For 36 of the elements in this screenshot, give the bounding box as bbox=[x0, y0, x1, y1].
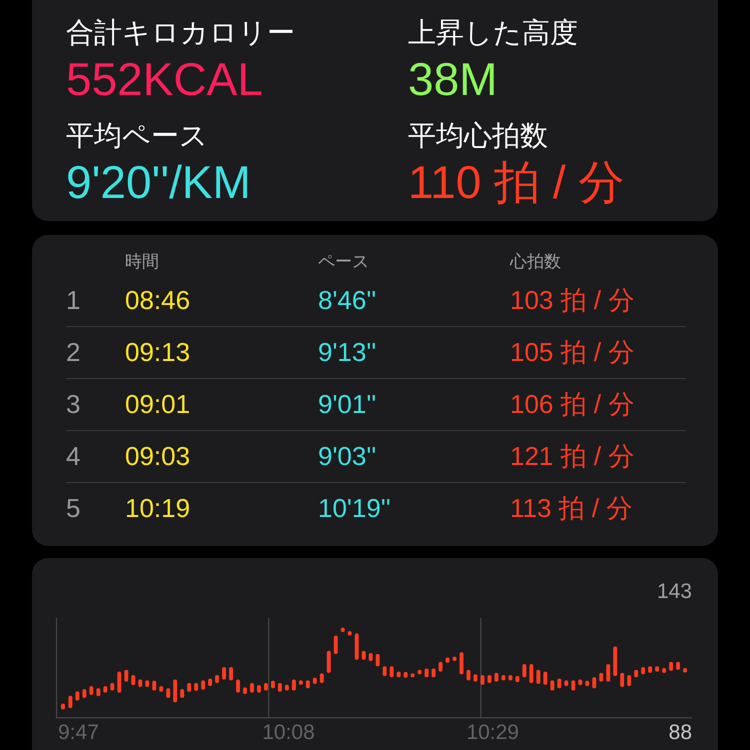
stat-value: 552KCAL bbox=[66, 52, 264, 107]
column-header: ペース bbox=[318, 250, 370, 272]
split-pace: 8'46'' bbox=[318, 285, 378, 316]
split-heart-rate: 113 拍 / 分 bbox=[510, 492, 634, 525]
split-number: 3 bbox=[66, 389, 82, 420]
column-header: 時間 bbox=[125, 250, 160, 272]
stat-label: 合計キロカロリー bbox=[66, 16, 296, 50]
time-axis-label: 10:08 bbox=[261, 721, 316, 745]
split-time: 08:46 bbox=[125, 285, 192, 316]
split-number: 1 bbox=[66, 285, 82, 316]
stat-label: 平均ペース bbox=[66, 118, 209, 152]
split-heart-rate: 106 拍 / 分 bbox=[510, 388, 636, 421]
time-axis-label: 10:29 bbox=[465, 721, 520, 745]
stat-value: 38M bbox=[408, 52, 498, 107]
split-pace: 9'03'' bbox=[318, 441, 378, 472]
time-axis-label: 9:47 bbox=[57, 721, 100, 745]
split-heart-rate: 103 拍 / 分 bbox=[510, 284, 636, 317]
split-time: 09:13 bbox=[125, 337, 192, 368]
split-time: 09:01 bbox=[125, 389, 192, 420]
split-heart-rate: 105 拍 / 分 bbox=[510, 336, 636, 369]
split-number: 2 bbox=[66, 337, 82, 368]
stat-value: 110 拍 / 分 bbox=[408, 154, 626, 210]
split-pace: 10'19'' bbox=[318, 493, 392, 524]
split-time: 10:19 bbox=[125, 493, 192, 524]
split-time: 09:03 bbox=[125, 441, 192, 472]
split-number: 4 bbox=[66, 441, 82, 472]
split-pace: 9'13'' bbox=[318, 337, 378, 368]
split-number: 5 bbox=[66, 493, 82, 524]
stat-label: 上昇した高度 bbox=[408, 16, 579, 50]
split-pace: 9'01'' bbox=[318, 389, 378, 420]
stat-label: 平均心拍数 bbox=[408, 118, 549, 152]
min-value-label: 88 bbox=[668, 721, 692, 745]
split-heart-rate: 121 拍 / 分 bbox=[510, 440, 636, 473]
column-header: 心拍数 bbox=[510, 250, 562, 272]
stat-value: 9'20''/KM bbox=[66, 154, 252, 210]
max-value-label: 143 bbox=[656, 580, 692, 605]
